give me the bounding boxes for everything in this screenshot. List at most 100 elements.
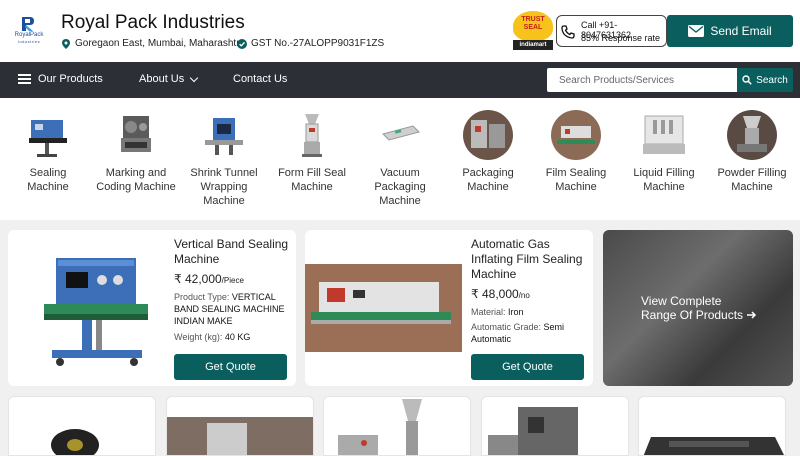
- address-text: Goregaon East, Mumbai, Maharashtra: [75, 38, 246, 49]
- gst-text: GST No.-27ALOPP9031F1ZS: [251, 38, 385, 49]
- spec-label: Automatic Grade:: [471, 322, 542, 332]
- trust-seal-line2: SEAL: [523, 24, 543, 31]
- product-image: [51, 429, 99, 455]
- category-sealing-machine[interactable]: Sealing Machine: [8, 110, 88, 194]
- send-email-label: Send Email: [710, 24, 772, 38]
- product-card-partial[interactable]: [8, 396, 156, 456]
- logo-subtext: Industries: [17, 39, 41, 44]
- spec-label: Weight (kg):: [174, 332, 223, 342]
- product-price: ₹ 48,000/no: [471, 287, 530, 301]
- category-label: Marking and Coding Machine: [96, 167, 176, 193]
- vertical-band-sealer-image: [44, 258, 148, 366]
- envelope-icon: [688, 25, 705, 37]
- category-shrink-tunnel-machine[interactable]: Shrink Tunnel Wrapping Machine: [184, 110, 264, 208]
- arrow-right-icon: [747, 311, 757, 319]
- spec-label: Material:: [471, 307, 506, 317]
- spec-value: Iron: [508, 307, 524, 317]
- product-price: ₹ 42,000/Piece: [174, 272, 244, 286]
- form-fill-seal-image: [287, 110, 337, 160]
- nav-our-products[interactable]: Our Products: [18, 73, 103, 85]
- price-unit: /no: [518, 291, 530, 300]
- product-spec-1: Product Type: VERTICAL BAND SEALING MACH…: [174, 291, 290, 327]
- category-strip: Sealing Machine Marking and Coding Machi…: [0, 98, 800, 220]
- verified-check-icon: [237, 38, 247, 49]
- film-sealing-image: [551, 110, 601, 160]
- view-all-line1: View Complete: [641, 294, 722, 308]
- hamburger-icon: [18, 74, 31, 84]
- product-spec-2: Weight (kg): 40 KG: [174, 331, 290, 343]
- search-icon: [742, 75, 752, 85]
- product-title[interactable]: Vertical Band Sealing Machine: [174, 237, 289, 267]
- product-card-partial[interactable]: [638, 396, 786, 456]
- product-image: [338, 399, 422, 455]
- company-name[interactable]: Royal Pack Industries: [61, 12, 245, 34]
- vacuum-packaging-image: [375, 110, 425, 160]
- call-button[interactable]: Call +91-8047631362 85% Response rate: [556, 15, 667, 47]
- logo-text: RoyalPack: [14, 32, 44, 38]
- logo-mark-icon: [22, 17, 34, 31]
- product-image: [488, 407, 578, 455]
- view-all-text: View Complete Range Of Products: [641, 294, 757, 322]
- category-label: Film Sealing Machine: [545, 167, 607, 193]
- category-form-fill-seal-machine[interactable]: Form Fill Seal Machine: [272, 110, 352, 194]
- packaging-machine-image: [463, 110, 513, 160]
- price-unit: /Piece: [221, 276, 244, 285]
- address: Goregaon East, Mumbai, Maharashtra: [61, 38, 245, 49]
- site-header: RoyalPack Industries Royal Pack Industri…: [0, 0, 800, 62]
- liquid-filling-image: [639, 110, 689, 160]
- category-liquid-filling-machine[interactable]: Liquid Filling Machine: [624, 110, 704, 194]
- trust-seal-footer: indiamart: [513, 40, 553, 50]
- trust-seal-line1: TRUST: [521, 16, 545, 23]
- product-card-partial[interactable]: [166, 396, 314, 456]
- category-powder-filling-machine[interactable]: Powder Filling Machine: [712, 110, 792, 194]
- spec-value: 40 KG: [224, 332, 251, 342]
- category-label: Powder Filling Machine: [717, 167, 787, 193]
- product-spec-2: Automatic Grade: Semi Automatic: [471, 321, 587, 345]
- view-all-line2-wrap: Range Of Products: [641, 308, 757, 322]
- product-image: [167, 417, 313, 455]
- product-card-partial[interactable]: [323, 396, 471, 456]
- nav-our-products-label: Our Products: [38, 73, 103, 85]
- nav-about-us[interactable]: About Us: [139, 73, 199, 85]
- category-label: Liquid Filling Machine: [633, 167, 695, 193]
- marking-machine-image: [111, 110, 161, 160]
- get-quote-button[interactable]: Get Quote: [174, 354, 287, 380]
- product-spec-1: Material: Iron: [471, 306, 587, 318]
- view-complete-range-link[interactable]: View Complete Range Of Products: [603, 230, 793, 386]
- category-label: Vacuum Packaging Machine: [374, 167, 426, 207]
- chevron-down-icon: [190, 73, 199, 82]
- category-vacuum-packaging-machine[interactable]: Vacuum Packaging Machine: [360, 110, 440, 208]
- shrink-tunnel-image: [199, 110, 249, 160]
- search-input[interactable]: [547, 68, 737, 92]
- category-label: Packaging Machine: [462, 167, 514, 193]
- category-marking-coding-machine[interactable]: Marking and Coding Machine: [96, 110, 176, 194]
- search-button-label: Search: [756, 74, 788, 86]
- product-title[interactable]: Automatic Gas Inflating Film Sealing Mac…: [471, 237, 589, 282]
- send-email-button[interactable]: Send Email: [667, 15, 793, 47]
- location-pin-icon: [62, 38, 70, 49]
- category-packaging-machine[interactable]: Packaging Machine: [448, 110, 528, 194]
- trust-seal-badge[interactable]: TRUST SEAL indiamart: [513, 11, 553, 51]
- search-button[interactable]: Search: [737, 68, 793, 92]
- nav-contact-us[interactable]: Contact Us: [233, 73, 287, 85]
- gas-inflating-sealer-image: [305, 264, 462, 352]
- category-label: Sealing Machine: [27, 167, 69, 193]
- product-card-partial[interactable]: [481, 396, 629, 456]
- product-card[interactable]: Automatic Gas Inflating Film Sealing Mac…: [305, 230, 593, 386]
- nav-contact-us-label: Contact Us: [233, 73, 288, 85]
- product-image: [643, 437, 784, 455]
- category-film-sealing-machine[interactable]: Film Sealing Machine: [536, 110, 616, 194]
- price-value: ₹ 42,000: [174, 272, 222, 286]
- product-card[interactable]: Vertical Band Sealing Machine ₹ 42,000/P…: [8, 230, 296, 386]
- response-rate: 85% Response rate: [581, 33, 661, 43]
- company-logo[interactable]: RoyalPack Industries: [10, 16, 48, 46]
- view-all-line2: Range Of Products: [641, 308, 744, 322]
- sealing-machine-image: [23, 110, 73, 160]
- price-value: ₹ 48,000: [471, 287, 519, 301]
- category-label: Shrink Tunnel Wrapping Machine: [190, 167, 258, 207]
- spec-label: Product Type:: [174, 292, 230, 302]
- gst-number: GST No.-27ALOPP9031F1ZS: [237, 38, 384, 49]
- nav-about-us-label: About Us: [139, 73, 185, 85]
- get-quote-button[interactable]: Get Quote: [471, 354, 584, 380]
- powder-filling-image: [727, 110, 777, 160]
